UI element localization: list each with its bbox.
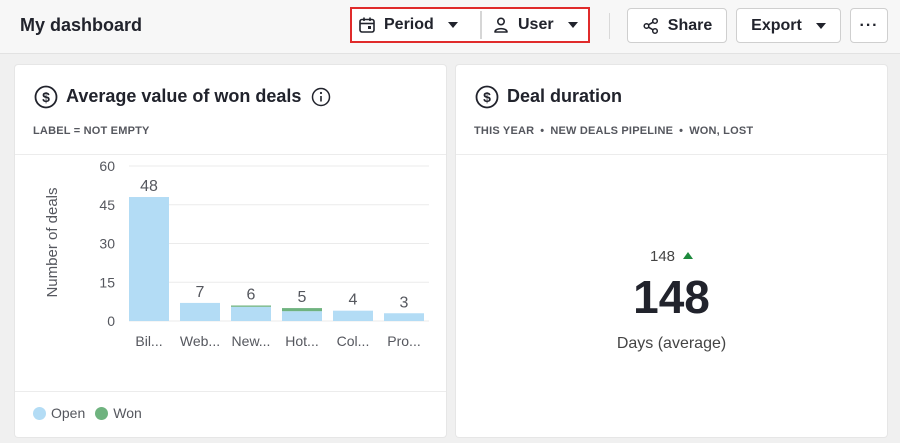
kpi-previous-text: 148 bbox=[649, 248, 676, 265]
card-title: Average value of won deals bbox=[66, 86, 302, 106]
chevron-down-icon bbox=[447, 22, 458, 28]
deal-duration-card: $ Deal duration THIS YEAR • NEW DEALS PIPE… bbox=[456, 65, 887, 437]
share-label: Share bbox=[667, 16, 713, 34]
period-filter-label: Period bbox=[384, 16, 434, 33]
data-label: 7 bbox=[196, 284, 205, 301]
chart-legend: Open Won bbox=[33, 405, 152, 421]
card-divider bbox=[456, 154, 887, 155]
card-subtitle: THIS YEAR • NEW DEALS PIPELINE • WON, LOST bbox=[474, 125, 753, 137]
subtitle-pipeline: NEW DEALS PIPELINE bbox=[550, 125, 674, 137]
x-tick-label: Bil... bbox=[135, 333, 162, 349]
legend-item-won[interactable]: Won bbox=[95, 405, 142, 421]
average-won-deals-card: $ Average value of won deals LABEL = NOT… bbox=[15, 65, 446, 437]
export-button[interactable]: Export bbox=[736, 8, 841, 43]
share-button[interactable]: Share bbox=[627, 8, 727, 43]
kpi-value: 148 bbox=[633, 271, 710, 323]
page-title: My dashboard bbox=[20, 15, 143, 35]
x-tick-label: Col... bbox=[337, 333, 370, 349]
data-label: 6 bbox=[247, 287, 256, 304]
bar-won bbox=[231, 305, 271, 307]
separator-dot: • bbox=[540, 125, 545, 137]
bar-open bbox=[282, 311, 322, 321]
bar-open bbox=[180, 302, 220, 321]
subtitle-status: WON, LOST bbox=[689, 125, 754, 137]
filter-group: Period User bbox=[350, 7, 590, 43]
legend-label-won: Won bbox=[113, 405, 142, 421]
y-axis-label: Number of deals bbox=[44, 187, 61, 297]
bar-chart: 015304560Number of deals48Bil...7Web...6… bbox=[44, 158, 429, 349]
user-filter-label: User bbox=[518, 16, 554, 33]
trend-up-icon bbox=[683, 252, 694, 259]
data-label: 3 bbox=[400, 294, 409, 311]
data-label: 48 bbox=[140, 178, 158, 195]
info-icon[interactable] bbox=[311, 87, 331, 112]
bar-open bbox=[231, 306, 271, 321]
dashboard-header: My dashboard Period User Share Export ·· bbox=[0, 0, 900, 54]
subtitle-period: THIS YEAR bbox=[474, 125, 535, 137]
chevron-down-icon bbox=[567, 22, 578, 28]
card-title: Deal duration bbox=[507, 86, 623, 106]
chevron-down-icon bbox=[815, 22, 826, 29]
toolbar-divider bbox=[609, 13, 610, 39]
dollar-icon: $ bbox=[34, 85, 58, 114]
card-subtitle: LABEL = NOT EMPTY bbox=[33, 125, 150, 137]
y-tick-label: 45 bbox=[99, 197, 115, 213]
export-label: Export bbox=[751, 16, 802, 34]
user-filter-button[interactable]: User bbox=[481, 11, 585, 39]
separator-dot: • bbox=[679, 125, 684, 137]
svg-text:$: $ bbox=[483, 89, 491, 105]
x-tick-label: New... bbox=[232, 333, 271, 349]
bar-open bbox=[129, 197, 169, 321]
kpi-label: Days (average) bbox=[616, 335, 727, 352]
user-icon bbox=[492, 16, 510, 34]
y-tick-label: 30 bbox=[99, 236, 115, 252]
legend-divider bbox=[15, 391, 446, 392]
more-icon: ··· bbox=[859, 16, 879, 34]
calendar-icon bbox=[358, 16, 376, 34]
x-tick-label: Web... bbox=[180, 333, 220, 349]
legend-item-open[interactable]: Open bbox=[33, 405, 85, 421]
x-tick-label: Hot... bbox=[285, 333, 318, 349]
period-filter-button[interactable]: Period bbox=[358, 11, 476, 39]
dollar-icon: $ bbox=[475, 85, 499, 114]
y-tick-label: 60 bbox=[99, 158, 115, 174]
more-options-button[interactable]: ··· bbox=[850, 8, 888, 43]
x-tick-label: Pro... bbox=[387, 333, 420, 349]
bar-open bbox=[333, 310, 373, 321]
legend-swatch-won bbox=[95, 406, 109, 420]
data-label: 4 bbox=[349, 292, 358, 309]
y-tick-label: 0 bbox=[107, 313, 115, 329]
legend-swatch-open bbox=[33, 406, 46, 420]
share-icon bbox=[642, 17, 660, 35]
y-tick-label: 15 bbox=[99, 274, 115, 290]
data-label: 5 bbox=[298, 289, 307, 306]
svg-text:$: $ bbox=[42, 89, 50, 105]
kpi-previous-value: 148 bbox=[456, 248, 887, 265]
legend-label-open: Open bbox=[51, 405, 86, 421]
bar-open bbox=[384, 313, 424, 321]
bar-won bbox=[282, 308, 322, 312]
